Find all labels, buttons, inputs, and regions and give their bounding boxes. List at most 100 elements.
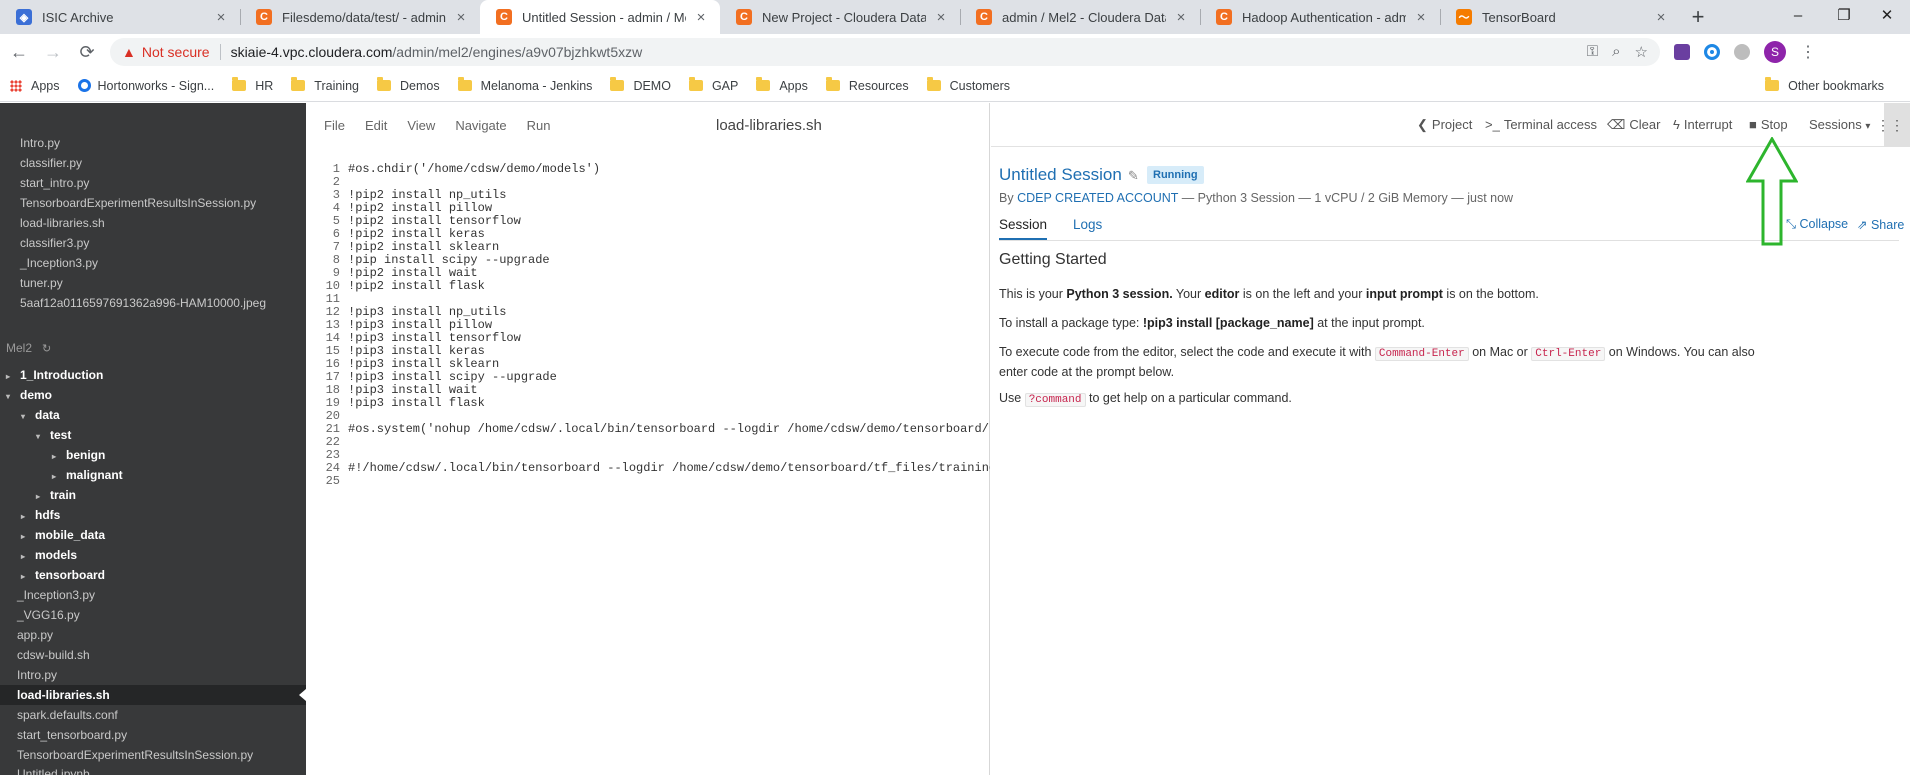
bookmark-folder-resources[interactable]: Resources (825, 77, 909, 93)
code-line[interactable]: 3 !pip2 install np_utils (306, 189, 990, 202)
reload-button[interactable]: ⟳ (72, 37, 102, 67)
folder-item-benign[interactable]: ▸ benign (52, 445, 105, 465)
code-line[interactable]: 14 !pip3 install tensorflow (306, 332, 990, 345)
folder-item-demo[interactable]: ▾ demo (6, 385, 52, 405)
file-item[interactable]: classifier.py (20, 153, 82, 173)
bookmark-folder-training[interactable]: Training (291, 77, 359, 93)
menu-run[interactable]: Run (527, 118, 551, 133)
close-window-button[interactable]: ✕ (1864, 0, 1910, 30)
file-item[interactable]: start_tensorboard.py (17, 725, 127, 745)
profile-avatar[interactable]: S (1764, 41, 1786, 63)
code-line[interactable]: 1 #os.chdir('/home/cdsw/demo/models') (306, 163, 990, 176)
account-link[interactable]: CDEP CREATED ACCOUNT (1017, 191, 1178, 205)
file-item[interactable]: classifier3.py (20, 233, 89, 253)
browser-tab-untitled-session[interactable]: C Untitled Session - admin / Mel2 - × (480, 0, 720, 34)
bookmark-folder-demo[interactable]: DEMO (610, 77, 671, 93)
terminal-access-button[interactable]: >_ Terminal access (1485, 117, 1597, 132)
minimize-button[interactable]: – (1775, 0, 1821, 30)
forward-button[interactable]: → (38, 37, 68, 67)
code-line[interactable]: 11 (306, 293, 990, 306)
browser-tab-mel2[interactable]: C admin / Mel2 - Cloudera Data Sci × (960, 0, 1200, 34)
code-line[interactable]: 19 !pip3 install flask (306, 397, 990, 410)
extension-icon[interactable] (1674, 44, 1690, 60)
refresh-icon[interactable]: ↻ (42, 343, 51, 355)
code-line[interactable]: 6 !pip2 install keras (306, 228, 990, 241)
restore-button[interactable]: ❐ (1821, 0, 1867, 30)
folder-item-data[interactable]: ▾ data (21, 405, 60, 425)
tab-logs[interactable]: Logs (1073, 217, 1102, 232)
folder-item-malignant[interactable]: ▸ malignant (52, 465, 123, 485)
file-item[interactable]: spark.defaults.conf (17, 705, 118, 725)
menu-view[interactable]: View (407, 118, 435, 133)
code-line[interactable]: 9 !pip2 install wait (306, 267, 990, 280)
code-line[interactable]: 4 !pip2 install pillow (306, 202, 990, 215)
code-line[interactable]: 22 (306, 436, 990, 449)
file-item[interactable]: start_intro.py (20, 173, 89, 193)
back-button[interactable]: ← (4, 37, 34, 67)
code-line[interactable]: 2 (306, 176, 990, 189)
file-item[interactable]: _VGG16.py (17, 605, 80, 625)
code-line[interactable]: 25 (306, 475, 990, 488)
browser-tab-hadoop[interactable]: C Hadoop Authentication - admin - × (1200, 0, 1440, 34)
code-line[interactable]: 21 #os.system('nohup /home/cdsw/.local/bi… (306, 423, 990, 436)
code-line[interactable]: 8 !pip install scipy --upgrade (306, 254, 990, 267)
file-item[interactable]: TensorboardExperimentResultsInSession.py (20, 193, 256, 213)
stop-button[interactable]: ■ Stop (1749, 117, 1788, 132)
browser-tab-isic[interactable]: ◈ ISIC Archive × (0, 0, 240, 34)
code-line[interactable]: 5 !pip2 install tensorflow (306, 215, 990, 228)
file-item[interactable]: _Inception3.py (17, 585, 95, 605)
code-line[interactable]: 12 !pip3 install np_utils (306, 306, 990, 319)
folder-item-test[interactable]: ▾ test (36, 425, 71, 445)
file-item[interactable]: 5aaf12a0116597691362a996-HAM10000.jpeg (20, 293, 266, 313)
extension-icon[interactable] (1704, 44, 1720, 60)
file-item[interactable]: Intro.py (17, 665, 57, 685)
folder-item-tensorboard[interactable]: ▸ tensorboard (21, 565, 105, 585)
code-line[interactable]: 13 !pip3 install pillow (306, 319, 990, 332)
tab-close-icon[interactable]: × (212, 9, 230, 26)
other-bookmarks[interactable]: Other bookmarks (1765, 77, 1884, 93)
file-item[interactable]: TensorboardExperimentResultsInSession.py (17, 745, 253, 765)
bookmark-hortonworks[interactable]: Hortonworks - Sign... (77, 79, 214, 93)
menu-navigate[interactable]: Navigate (455, 118, 506, 133)
file-item[interactable]: app.py (17, 625, 53, 645)
bookmark-folder-gap[interactable]: GAP (688, 77, 738, 93)
session-title[interactable]: Untitled Session ✎ (999, 165, 1139, 185)
file-item[interactable]: tuner.py (20, 273, 63, 293)
file-item[interactable]: Untitled.ipynb (17, 764, 90, 775)
zoom-icon[interactable]: ⌕ (1612, 43, 1620, 61)
browser-tab-tensorboard[interactable]: 〜 TensorBoard × (1440, 0, 1680, 34)
bookmark-star-icon[interactable]: ☆ (1635, 43, 1648, 61)
bookmark-apps[interactable]: Apps (10, 79, 60, 93)
edit-icon[interactable]: ✎ (1128, 168, 1139, 183)
tab-close-icon[interactable]: × (1652, 9, 1670, 26)
folder-item-hdfs[interactable]: ▸ hdfs (21, 505, 60, 525)
file-item[interactable]: _Inception3.py (20, 253, 98, 273)
browser-tab-files[interactable]: C Filesdemo/data/test/ - admin / M × (240, 0, 480, 34)
code-line[interactable]: 10 !pip2 install flask (306, 280, 990, 293)
menu-edit[interactable]: Edit (365, 118, 387, 133)
code-line[interactable]: 16 !pip3 install sklearn (306, 358, 990, 371)
code-line[interactable]: 17 !pip3 install scipy --upgrade (306, 371, 990, 384)
new-tab-button[interactable]: + (1680, 0, 1716, 34)
code-line[interactable]: 15 !pip3 install keras (306, 345, 990, 358)
address-bar[interactable]: ▲ Not secure skiaie-4.vpc.cloudera.com /… (110, 38, 1660, 66)
bookmark-folder-melanoma[interactable]: Melanoma - Jenkins (457, 77, 592, 93)
folder-item-1-introduction[interactable]: ▸ 1_Introduction (6, 365, 103, 385)
sessions-dropdown[interactable]: Sessions ▾ (1809, 117, 1870, 132)
bookmark-folder-customers[interactable]: Customers (926, 77, 1010, 93)
code-line[interactable]: 7 !pip2 install sklearn (306, 241, 990, 254)
bookmark-folder-demos[interactable]: Demos (376, 77, 440, 93)
file-item-selected[interactable]: load-libraries.sh (0, 685, 306, 705)
file-item[interactable]: cdsw-build.sh (17, 645, 90, 665)
extension-icon[interactable] (1734, 44, 1750, 60)
code-line[interactable]: 20 (306, 410, 990, 423)
folder-item-models[interactable]: ▸ models (21, 545, 77, 565)
code-line[interactable]: 24 #!/home/cdsw/.local/bin/tensorboard --… (306, 462, 990, 475)
not-secure-label[interactable]: Not secure (142, 44, 210, 60)
share-button[interactable]: ⇗ Share (1857, 217, 1904, 232)
tab-close-icon[interactable]: × (1172, 9, 1190, 26)
code-line[interactable]: 23 (306, 449, 990, 462)
interrupt-button[interactable]: ϟ Interrupt (1673, 117, 1732, 132)
tab-close-icon[interactable]: × (692, 9, 710, 26)
menu-dots-icon[interactable]: ⋮ (1800, 42, 1816, 62)
